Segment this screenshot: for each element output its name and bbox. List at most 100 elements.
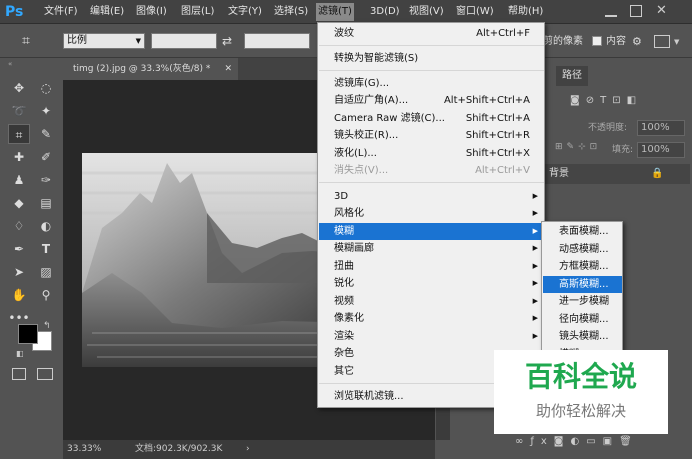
submenu-item-lens-blur[interactable]: 镜头模糊...	[543, 328, 622, 345]
photoshop-logo: Ps	[5, 4, 24, 20]
history-brush-icon[interactable]: ✑	[35, 170, 57, 190]
fill-label: 填充:	[612, 145, 634, 155]
menu-3d[interactable]: 3D(D)	[368, 3, 402, 21]
zoom-level[interactable]: 33.33%	[67, 440, 101, 459]
submenu-item-gaussian-blur[interactable]: 高斯模糊...	[543, 276, 622, 293]
menu-type[interactable]: 文字(Y)	[226, 3, 264, 21]
submenu-item-blur-more[interactable]: 进一步模糊	[543, 293, 622, 310]
close-icon[interactable]: ✕	[224, 58, 232, 80]
submenu-item-motion-blur[interactable]: 动感模糊...	[543, 241, 622, 258]
crop-tool-icon[interactable]: ⌗	[8, 124, 30, 144]
watermark: 百科全说 助你轻松解决	[494, 350, 668, 434]
ratio-select-value: 比例	[67, 35, 87, 46]
clone-stamp-icon[interactable]: ♟	[8, 170, 30, 190]
workspace-icon[interactable]	[654, 35, 670, 48]
hand-tool-icon[interactable]: ✋	[8, 285, 30, 305]
pen-tool-icon[interactable]: ✒	[8, 239, 30, 259]
menu-item-video[interactable]: 视频 ▶	[319, 293, 544, 310]
submenu-arrow-icon: ▶	[532, 297, 538, 305]
opacity-label: 不透明度:	[588, 123, 628, 133]
blur-tool-icon[interactable]: ♢	[8, 216, 30, 236]
fill-field[interactable]: 100%	[637, 142, 685, 158]
menu-filter[interactable]: 滤镜(T)	[316, 3, 354, 21]
menu-item-convert-smart[interactable]: 转换为智能滤镜(S)	[319, 50, 544, 67]
minimize-icon[interactable]	[605, 5, 617, 17]
layer-actions-icons[interactable]: ∞ƒx◙◐▭▣🗑	[515, 436, 685, 454]
magic-wand-icon[interactable]: ✦	[35, 101, 57, 121]
menu-item-blur[interactable]: 模糊 ▶	[319, 223, 544, 240]
dodge-tool-icon[interactable]: ◐	[35, 216, 57, 236]
menu-file[interactable]: 文件(F)	[42, 3, 80, 21]
path-select-icon[interactable]: ➤	[8, 262, 30, 282]
shape-tool-icon[interactable]: ▨	[35, 262, 57, 282]
menu-item-liquify[interactable]: 液化(L)... Shift+Ctrl+X	[319, 145, 544, 162]
document-tab-title: timg (2).jpg @ 33.3%(灰色/8) *	[73, 64, 211, 74]
chevron-down-icon: ▼	[135, 37, 141, 45]
submenu-item-surface-blur[interactable]: 表面模糊...	[543, 223, 622, 240]
zoom-tool-icon[interactable]: ⚲	[35, 285, 57, 305]
type-tool-icon[interactable]: T	[35, 239, 57, 259]
menu-select[interactable]: 选择(S)	[272, 3, 310, 21]
default-colors-icon[interactable]: ◧	[16, 349, 26, 359]
lasso-tool-icon[interactable]: ➰	[8, 101, 30, 121]
crop-tool-preset-icon[interactable]: ⌗	[22, 32, 44, 50]
submenu-arrow-icon: ▶	[532, 227, 538, 235]
submenu-arrow-icon: ▶	[532, 262, 538, 270]
document-info: 文档:902.3K/902.3K	[135, 444, 223, 454]
menu-item-last-filter[interactable]: 波纹 Alt+Ctrl+F	[319, 25, 544, 42]
layer-filter-icons[interactable]: ◙⊘T⊡◧	[570, 95, 680, 113]
height-field[interactable]	[244, 33, 310, 49]
menu-item-sharpen[interactable]: 锐化 ▶	[319, 275, 544, 292]
watermark-subtitle: 助你轻松解决	[535, 402, 626, 420]
menu-view[interactable]: 视图(V)	[407, 3, 446, 21]
separator	[319, 182, 544, 183]
healing-brush-icon[interactable]: ✚	[8, 147, 30, 167]
marquee-tool-icon[interactable]: ◌	[35, 78, 57, 98]
submenu-item-box-blur[interactable]: 方框模糊...	[543, 258, 622, 275]
close-icon[interactable]: ✕	[656, 2, 670, 20]
submenu-item-radial-blur[interactable]: 径向模糊...	[543, 311, 622, 328]
layer-row[interactable]	[520, 164, 690, 184]
screen-mode-icon[interactable]	[37, 368, 53, 380]
foreground-color-swatch[interactable]	[18, 324, 38, 344]
menu-item-camera-raw[interactable]: Camera Raw 滤镜(C)... Shift+Ctrl+A	[319, 110, 544, 127]
menu-help[interactable]: 帮助(H)	[506, 3, 545, 21]
blur-submenu: 表面模糊... 动感模糊... 方框模糊... 高斯模糊... 进一步模糊 径向…	[541, 221, 623, 351]
collapse-arrows-icon[interactable]: «	[8, 60, 54, 68]
chevron-down-icon[interactable]: ▼	[674, 34, 684, 50]
menu-item-adaptive-wide[interactable]: 自适应广角(A)... Alt+Shift+Ctrl+A	[319, 92, 544, 109]
menu-window[interactable]: 窗口(W)	[454, 3, 496, 21]
gradient-icon[interactable]: ▤	[35, 193, 57, 213]
maximize-icon[interactable]	[630, 5, 642, 17]
submenu-arrow-icon: ▶	[532, 279, 538, 287]
tab-paths[interactable]: 路径	[556, 66, 588, 86]
lock-icons[interactable]: ⊞✎⊹⊡	[555, 142, 615, 158]
menu-image[interactable]: 图像(I)	[134, 3, 169, 21]
menu-item-3d[interactable]: 3D ▶	[319, 188, 544, 205]
menu-edit[interactable]: 编辑(E)	[88, 3, 126, 21]
swap-colors-icon[interactable]: ↰	[43, 321, 55, 331]
chevron-right-icon[interactable]: ›	[246, 440, 250, 459]
submenu-arrow-icon: ▶	[532, 332, 538, 340]
eraser-icon[interactable]: ◆	[8, 193, 30, 213]
width-field[interactable]	[151, 33, 217, 49]
menu-item-stylize[interactable]: 风格化 ▶	[319, 205, 544, 222]
move-tool-icon[interactable]: ✥	[8, 78, 30, 98]
document-tab[interactable]: timg (2).jpg @ 33.3%(灰色/8) * ✕	[63, 58, 238, 80]
menu-item-gallery[interactable]: 滤镜库(G)...	[319, 75, 544, 92]
menu-item-lens-correction[interactable]: 镜头校正(R)... Shift+Ctrl+R	[319, 127, 544, 144]
menu-item-render[interactable]: 渲染 ▶	[319, 328, 544, 345]
gear-icon[interactable]: ⚙	[632, 34, 646, 50]
menu-item-distort[interactable]: 扭曲 ▶	[319, 258, 544, 275]
menu-layer[interactable]: 图层(L)	[179, 3, 216, 21]
eyedropper-icon[interactable]: ✎	[35, 124, 57, 144]
swap-icon[interactable]: ⇄	[222, 32, 236, 50]
opacity-field[interactable]: 100%	[637, 120, 685, 136]
content-aware-checkbox[interactable]	[592, 36, 602, 46]
ratio-select[interactable]: 比例 ▼	[63, 33, 145, 49]
menu-item-vanishing-point[interactable]: 消失点(V)... Alt+Ctrl+V	[319, 162, 544, 179]
quick-mask-icon[interactable]	[12, 368, 26, 380]
menu-item-blur-gallery[interactable]: 模糊画廊 ▶	[319, 240, 544, 257]
brush-tool-icon[interactable]: ✐	[35, 147, 57, 167]
menu-item-pixelate[interactable]: 像素化 ▶	[319, 310, 544, 327]
